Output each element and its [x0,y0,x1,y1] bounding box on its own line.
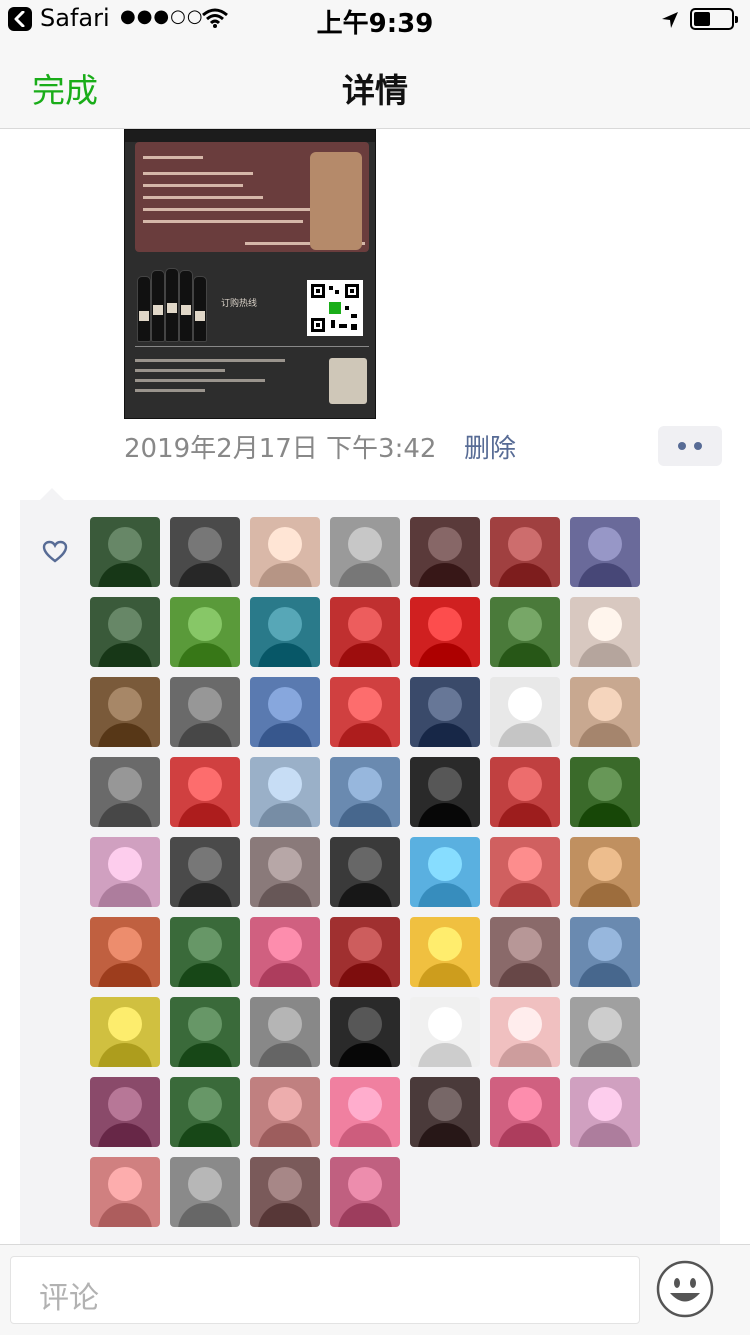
liker-avatar[interactable] [330,1077,400,1147]
comment-bar: 评论 [0,1244,750,1335]
liker-avatar[interactable] [330,597,400,667]
liker-avatar[interactable] [330,917,400,987]
poster-header-band [125,130,375,142]
liker-avatar[interactable] [250,837,320,907]
liker-avatar[interactable] [410,757,480,827]
liker-avatar[interactable] [410,917,480,987]
liker-avatar[interactable] [170,757,240,827]
liker-avatar[interactable] [330,677,400,747]
liker-avatar[interactable] [250,757,320,827]
comment-placeholder: 评论 [39,1281,99,1316]
liker-avatar[interactable] [90,757,160,827]
likes-panel-pointer [40,488,64,500]
liker-avatar[interactable] [570,917,640,987]
liker-avatar[interactable] [90,677,160,747]
liker-avatar[interactable] [170,1077,240,1147]
comment-input[interactable]: 评论 [10,1256,640,1324]
location-arrow-icon [660,10,680,34]
liker-avatar[interactable] [410,1077,480,1147]
liker-avatar[interactable] [170,517,240,587]
liker-avatar[interactable] [490,597,560,667]
battery-icon [690,8,738,30]
poster-product-box [329,358,367,404]
poster-qr-code [307,280,363,336]
liker-avatar[interactable] [170,837,240,907]
more-actions-button[interactable] [658,426,722,466]
poster-footer-text [135,352,305,412]
liker-avatar[interactable] [410,517,480,587]
liker-avatar[interactable] [330,757,400,827]
post-image[interactable]: 订购热线 [124,129,376,419]
liker-avatar[interactable] [90,837,160,907]
liker-avatar[interactable] [570,837,640,907]
liker-avatar[interactable] [330,1157,400,1227]
liker-avatar[interactable] [570,517,640,587]
status-time: 上午9:39 [316,9,434,39]
navigation-bar: 完成 详情 [0,40,750,129]
liker-avatar[interactable] [490,997,560,1067]
liker-avatar[interactable] [570,677,640,747]
liker-avatar[interactable] [490,917,560,987]
liker-avatar[interactable] [410,597,480,667]
liker-avatar[interactable] [170,997,240,1067]
liker-avatar[interactable] [570,597,640,667]
liker-avatar[interactable] [490,677,560,747]
poster-divider [135,346,369,347]
liker-avatar[interactable] [90,597,160,667]
status-bar: Safari ●●●○○ 上午9:39 [0,0,750,40]
status-app-name[interactable]: Safari [40,4,110,32]
liker-avatar[interactable] [90,917,160,987]
liker-avatar[interactable] [490,517,560,587]
liker-avatar[interactable] [410,997,480,1067]
liker-avatar[interactable] [250,917,320,987]
poster-hotline-text: 订购热线 [221,299,258,309]
liker-avatar[interactable] [170,1157,240,1227]
post-timestamp: 2019年2月17日 下午3:42 [124,434,437,464]
liker-avatar[interactable] [330,837,400,907]
back-to-app-icon[interactable] [8,7,32,31]
heart-icon [42,540,68,568]
liker-avatar[interactable] [490,1077,560,1147]
liker-avatar[interactable] [410,837,480,907]
emoji-icon[interactable] [656,1260,714,1318]
liker-avatar[interactable] [570,1077,640,1147]
liker-avatar[interactable] [250,1157,320,1227]
signal-strength-icon: ●●●○○ [120,6,204,27]
liker-avatar[interactable] [330,997,400,1067]
liker-avatar[interactable] [330,517,400,587]
liker-avatar[interactable] [410,677,480,747]
wifi-icon [202,8,228,32]
liker-avatar[interactable] [170,917,240,987]
liker-avatar[interactable] [250,517,320,587]
delete-button[interactable]: 删除 [464,428,516,465]
done-button[interactable]: 完成 [32,64,98,112]
liker-avatar[interactable] [490,757,560,827]
liker-avatar[interactable] [570,757,640,827]
liker-avatar[interactable] [250,1077,320,1147]
liker-avatar[interactable] [570,997,640,1067]
liker-avatar[interactable] [90,517,160,587]
liker-avatar[interactable] [90,1157,160,1227]
liker-avatar[interactable] [170,677,240,747]
liker-avatar[interactable] [250,997,320,1067]
poster-person-photo [310,152,362,250]
liker-avatar[interactable] [90,1077,160,1147]
liker-avatar[interactable] [170,597,240,667]
liker-avatar[interactable] [490,837,560,907]
liker-avatar[interactable] [90,997,160,1067]
page-title: 详情 [342,71,408,110]
liker-avatar[interactable] [250,597,320,667]
poster-bottles [137,268,207,342]
liker-avatar[interactable] [250,677,320,747]
